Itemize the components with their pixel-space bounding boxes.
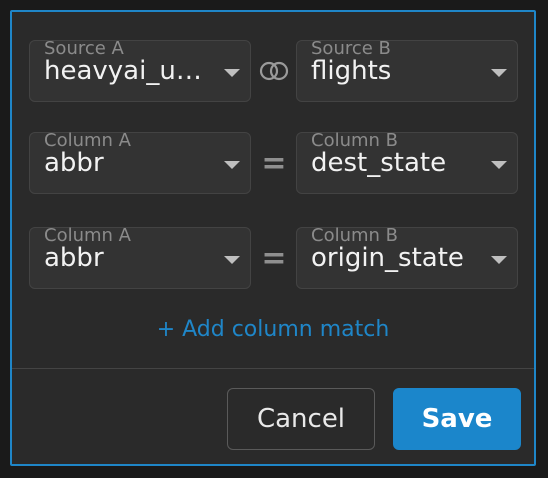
footer-divider: [12, 368, 534, 369]
column-a-value: abbr: [44, 243, 104, 273]
source-b-value: flights: [311, 56, 392, 86]
chevron-down-icon: [224, 161, 240, 169]
equals-operator: =: [254, 227, 294, 289]
save-button[interactable]: Save: [393, 388, 521, 450]
join-link-icon: [254, 40, 294, 102]
chevron-down-icon: [491, 69, 507, 77]
equals-sign: =: [261, 240, 287, 276]
equals-operator: =: [254, 132, 294, 194]
column-a-value: abbr: [44, 148, 104, 178]
column-match-row: Column A abbr = Column B dest_state: [12, 130, 534, 196]
column-match-row: Column A abbr = Column B origin_state: [12, 225, 534, 291]
chevron-down-icon: [224, 256, 240, 264]
add-column-match-link[interactable]: + Add column match: [12, 317, 534, 342]
column-b-value: origin_state: [311, 243, 464, 273]
cancel-button[interactable]: Cancel: [227, 388, 375, 450]
source-a-select[interactable]: Source A heavyai_us_...: [29, 38, 251, 102]
link-rings-icon: [259, 61, 289, 81]
column-a-select[interactable]: Column A abbr: [29, 225, 251, 289]
column-a-select[interactable]: Column A abbr: [29, 130, 251, 194]
source-row: Source A heavyai_us_... Source B flights: [12, 38, 534, 104]
chevron-down-icon: [491, 161, 507, 169]
column-b-value: dest_state: [311, 148, 447, 178]
equals-sign: =: [261, 145, 287, 181]
column-b-select[interactable]: Column B origin_state: [296, 225, 518, 289]
column-b-select[interactable]: Column B dest_state: [296, 130, 518, 194]
source-b-select[interactable]: Source B flights: [296, 38, 518, 102]
chevron-down-icon: [224, 69, 240, 77]
join-dialog: Source A heavyai_us_... Source B flights…: [10, 10, 536, 466]
source-a-value: heavyai_us_...: [44, 56, 214, 86]
chevron-down-icon: [491, 256, 507, 264]
